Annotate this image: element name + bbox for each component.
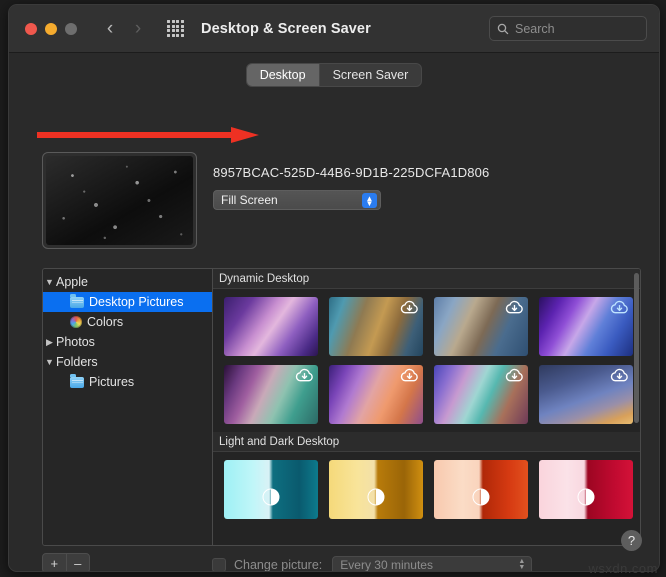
cloud-download-icon[interactable]	[295, 368, 314, 383]
gallery-scrollbar[interactable]	[634, 271, 639, 543]
cloud-download-icon[interactable]	[505, 300, 524, 315]
light-dark-half-circle-icon	[472, 488, 490, 506]
chevron-updown-icon[interactable]: ▲ ▼	[362, 193, 377, 208]
color-wheel-icon	[70, 316, 82, 328]
current-wallpaper-preview[interactable]	[42, 152, 197, 249]
wallpaper-thumbnail-big-sur-beach-night[interactable]	[224, 365, 318, 424]
wallpaper-thumbnail-catalina-island[interactable]	[434, 297, 528, 356]
window-content: Desktop Screen Saver 8957BCAC-525D-44B6-…	[9, 53, 659, 572]
wallpaper-thumbnail-mojave-purple[interactable]	[539, 297, 633, 356]
wallpaper-file-name: 8957BCAC-525D-44B6-9D1B-225DCFA1D806	[213, 165, 490, 180]
search-input[interactable]	[515, 21, 635, 36]
add-folder-button[interactable]: +	[43, 554, 66, 571]
sidebar-item-desktop-pictures[interactable]: Desktop Pictures	[43, 292, 212, 312]
change-picture-label: Change picture:	[234, 558, 323, 572]
wallpaper-details: 8957BCAC-525D-44B6-9D1B-225DCFA1D806 Fil…	[213, 152, 489, 249]
sidebar-item-label: Folders	[56, 355, 98, 369]
sidebar-item-label: Apple	[56, 275, 88, 289]
change-interval-value: Every 30 minutes	[340, 558, 433, 572]
wallpaper-thumbnail-solar-gradients-red[interactable]	[539, 460, 633, 519]
close-button[interactable]	[25, 22, 37, 35]
zoom-button[interactable]	[65, 22, 77, 35]
tab-screen-saver[interactable]: Screen Saver	[318, 64, 422, 86]
folder-icon	[70, 294, 84, 308]
cloud-download-icon[interactable]	[505, 368, 524, 383]
wallpaper-gallery[interactable]: Dynamic Desktop Light and Dark Desktop	[213, 269, 640, 545]
fill-mode-popup[interactable]: Fill Screen ▲ ▼	[213, 190, 381, 210]
sidebar-item-colors[interactable]: Colors	[43, 312, 212, 332]
disclosure-collapsed-icon[interactable]: ▶	[43, 337, 56, 348]
navigation-buttons: ‹ ›	[99, 17, 149, 41]
traffic-lights	[25, 22, 77, 35]
change-interval-popup[interactable]: Every 30 minutes ▲ ▼	[332, 555, 533, 572]
watermark: wsxdn.com	[588, 561, 658, 576]
fill-mode-value: Fill Screen	[221, 193, 278, 207]
wallpaper-thumbnail-catalina-coast[interactable]	[329, 297, 423, 356]
wallpaper-thumbnail-big-sur-dunes[interactable]	[329, 365, 423, 424]
wallpaper-thumbnail-big-sur-gradient-dawn[interactable]	[539, 365, 633, 424]
desktop-preview-row: 8957BCAC-525D-44B6-9D1B-225DCFA1D806 Fil…	[42, 152, 641, 249]
change-picture-row: Change picture: Every 30 minutes ▲ ▼	[212, 554, 533, 572]
disclosure-expanded-icon[interactable]: ▼	[43, 277, 56, 287]
sidebar-item-label: Pictures	[89, 375, 135, 389]
back-button[interactable]: ‹	[99, 17, 121, 41]
sidebar-item-pictures[interactable]: Pictures	[43, 372, 212, 392]
help-button[interactable]: ?	[621, 530, 642, 551]
add-remove-folder-buttons: + –	[42, 553, 90, 571]
tab-bar: Desktop Screen Saver	[9, 63, 659, 87]
light-dark-half-circle-icon	[367, 488, 385, 506]
tab-desktop[interactable]: Desktop	[246, 64, 319, 86]
cloud-download-icon[interactable]	[400, 300, 419, 315]
section-title: Dynamic Desktop	[219, 272, 310, 285]
wallpaper-thumbnail-big-sur-graphic[interactable]	[224, 297, 318, 356]
sidebar-item-folders[interactable]: ▼ Folders	[43, 352, 212, 372]
window-titlebar: ‹ › Desktop & Screen Saver	[9, 5, 659, 53]
source-sidebar: ▼ Apple Desktop Pictures Colors ▶ Photos…	[43, 269, 213, 545]
minimize-button[interactable]	[45, 22, 57, 35]
cloud-download-icon[interactable]	[610, 368, 629, 383]
show-all-grid-icon[interactable]	[167, 20, 184, 37]
thumbnail-grid-light-dark	[213, 452, 640, 527]
light-dark-half-circle-icon	[262, 488, 280, 506]
folder-icon	[70, 374, 84, 388]
wallpaper-thumbnail-solar-gradients-teal[interactable]	[224, 460, 318, 519]
cloud-download-icon[interactable]	[400, 368, 419, 383]
preferences-window: ‹ › Desktop & Screen Saver Desktop Scree…	[8, 4, 660, 572]
sidebar-item-label: Desktop Pictures	[89, 295, 184, 309]
red-arrow-annotation	[37, 127, 259, 143]
cloud-download-icon[interactable]	[610, 300, 629, 315]
section-header-dynamic-desktop: Dynamic Desktop	[213, 269, 640, 289]
remove-folder-button[interactable]: –	[65, 554, 90, 571]
change-picture-checkbox[interactable]	[212, 558, 226, 571]
chevron-updown-icon: ▲ ▼	[518, 557, 526, 571]
wallpaper-thumbnail-solar-gradients-yellow[interactable]	[329, 460, 423, 519]
sidebar-item-photos[interactable]: ▶ Photos	[43, 332, 212, 352]
wallpaper-thumbnail-solar-gradients-orange[interactable]	[434, 460, 528, 519]
sidebar-item-label: Colors	[87, 315, 124, 329]
scrollbar-thumb[interactable]	[634, 273, 639, 423]
thumbnail-grid-dynamic	[213, 289, 640, 432]
disclosure-expanded-icon[interactable]: ▼	[43, 357, 56, 367]
search-field[interactable]	[489, 16, 647, 41]
section-header-light-and-dark: Light and Dark Desktop	[213, 432, 640, 452]
source-and-gallery-split: ▼ Apple Desktop Pictures Colors ▶ Photos…	[42, 268, 641, 546]
sidebar-item-apple[interactable]: ▼ Apple	[43, 272, 212, 292]
page-title: Desktop & Screen Saver	[201, 20, 371, 37]
light-dark-half-circle-icon	[577, 488, 595, 506]
section-title: Light and Dark Desktop	[219, 435, 340, 448]
bottom-options: Change picture: Every 30 minutes ▲▼ Rand…	[212, 554, 533, 572]
search-icon	[497, 23, 509, 34]
wallpaper-thumbnail-image	[46, 156, 193, 245]
wallpaper-thumbnail-big-sur-coast-day[interactable]	[434, 365, 528, 424]
forward-button[interactable]: ›	[127, 17, 149, 41]
sidebar-item-label: Photos	[56, 335, 95, 349]
